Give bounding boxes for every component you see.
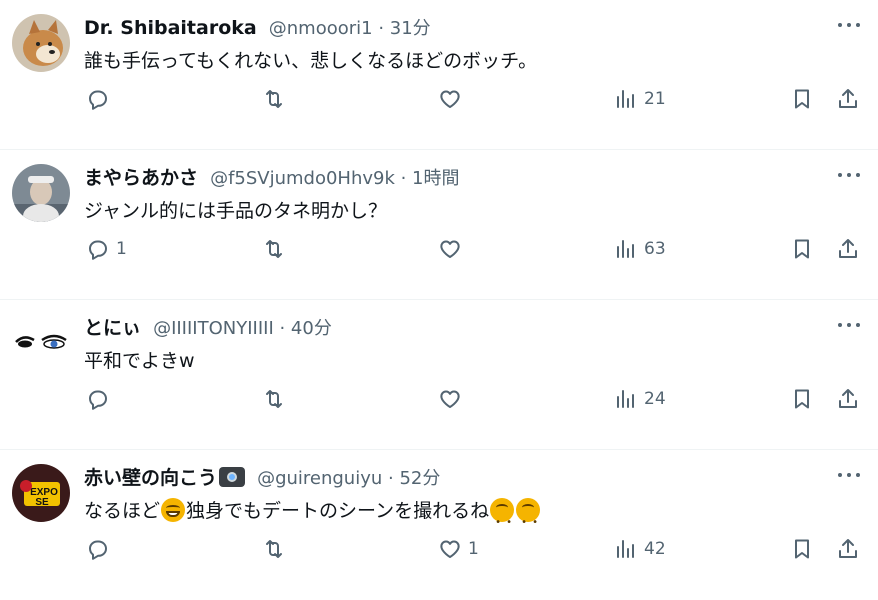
tweet-2[interactable]: まやらあかさ @f5SVjumdo0Hhv9k · 1時間 ジャンル的には手品の… xyxy=(0,150,878,300)
bar-chart-icon xyxy=(617,90,634,108)
reply-icon xyxy=(89,390,107,410)
retweet-icon xyxy=(266,240,282,258)
bookmark-icon xyxy=(795,539,809,559)
avatar[interactable] xyxy=(12,164,70,222)
display-name[interactable]: まやらあかさ xyxy=(84,167,198,189)
tweet-text: 平和でよきw xyxy=(84,350,195,372)
camera-emoji-icon xyxy=(219,467,246,487)
bookmark-button[interactable] xyxy=(790,534,814,564)
share-icon xyxy=(839,89,857,108)
heart-icon xyxy=(440,390,460,408)
tweet-1[interactable]: Dr. Shibaitaroka @nmooori1 · 31分 誰も手伝っても… xyxy=(0,0,878,150)
like-button[interactable] xyxy=(438,384,468,414)
display-name[interactable]: 赤い壁の向こう xyxy=(84,467,217,489)
action-bar: 1 63 xyxy=(0,234,878,264)
reply-icon xyxy=(89,240,107,260)
avatar[interactable]: EXPO SE xyxy=(12,464,70,522)
share-icon xyxy=(839,239,857,258)
expose-logo-avatar-icon: EXPO SE xyxy=(12,464,70,522)
display-name[interactable]: Dr. Shibaitaroka xyxy=(84,17,257,39)
tweet-text: ジャンル的には手品のタネ明かし？ xyxy=(84,200,388,222)
bar-chart-icon xyxy=(617,390,634,408)
retweet-icon xyxy=(266,90,282,108)
bookmark-icon xyxy=(795,389,809,409)
bookmark-button[interactable] xyxy=(790,384,814,414)
retweet-button[interactable] xyxy=(262,534,292,564)
handle-and-time[interactable]: @IIIIITONYIIIII · 40分 xyxy=(153,318,332,339)
tweet-header: まやらあかさ @f5SVjumdo0Hhv9k · 1時間 xyxy=(84,163,460,193)
shiba-dog-avatar-icon xyxy=(12,14,70,72)
handle-and-time[interactable]: @f5SVjumdo0Hhv9k · 1時間 xyxy=(210,168,459,189)
share-button[interactable] xyxy=(836,84,860,114)
avatar[interactable] xyxy=(12,14,70,72)
views-button[interactable]: 21 xyxy=(614,84,666,114)
reply-button[interactable] xyxy=(86,534,116,564)
handle-and-time[interactable]: @guirenguiyu · 52分 xyxy=(257,468,440,489)
svg-text:SE: SE xyxy=(35,497,49,508)
heart-icon xyxy=(440,240,460,258)
retweet-icon xyxy=(266,390,282,408)
reply-icon xyxy=(89,540,107,560)
share-icon xyxy=(839,389,857,408)
eyes-avatar-icon xyxy=(12,314,70,372)
views-button[interactable]: 42 xyxy=(614,534,666,564)
grinning-squint-emoji-icon xyxy=(161,498,186,522)
heart-icon xyxy=(440,90,460,108)
reply-button[interactable] xyxy=(86,84,116,114)
display-name[interactable]: とにぃ xyxy=(84,317,141,339)
action-bar: 21 xyxy=(0,84,878,114)
bar-chart-icon xyxy=(617,240,634,258)
bookmark-icon xyxy=(795,239,809,259)
reply-button[interactable]: 1 xyxy=(86,234,127,264)
tweet-text: 誰も手伝ってもくれない、悲しくなるほどのボッチ。 xyxy=(84,50,538,72)
tweet-text: なるほど 独身でもデートのシーンを撮れるね xyxy=(84,496,541,538)
share-button[interactable] xyxy=(836,534,860,564)
like-button[interactable]: 1 xyxy=(438,534,479,564)
retweet-button[interactable] xyxy=(262,84,292,114)
upside-down-face-emoji-icon xyxy=(516,498,541,538)
tweet-header: 赤い壁の向こう @guirenguiyu · 52分 xyxy=(84,463,440,493)
avatar[interactable] xyxy=(12,314,70,372)
more-options-button[interactable] xyxy=(838,164,860,186)
more-options-button[interactable] xyxy=(838,14,860,36)
retweet-button[interactable] xyxy=(262,384,292,414)
tweet-header: Dr. Shibaitaroka @nmooori1 · 31分 xyxy=(84,13,431,43)
more-options-button[interactable] xyxy=(838,314,860,336)
like-count: 1 xyxy=(468,539,479,559)
share-button[interactable] xyxy=(836,234,860,264)
like-button[interactable] xyxy=(438,234,468,264)
more-options-button[interactable] xyxy=(838,464,860,486)
tweet-3[interactable]: とにぃ @IIIIITONYIIIII · 40分 平和でよきw 24 xyxy=(0,300,878,450)
bookmark-icon xyxy=(795,89,809,109)
share-icon xyxy=(839,539,857,558)
action-bar: 1 42 xyxy=(0,534,878,564)
bookmark-button[interactable] xyxy=(790,84,814,114)
reply-button[interactable] xyxy=(86,384,116,414)
bookmark-button[interactable] xyxy=(790,234,814,264)
reply-icon xyxy=(89,90,107,110)
tweet-4[interactable]: EXPO SE 赤い壁の向こう @guirenguiyu · 52分 なるほど独… xyxy=(0,450,878,600)
reply-count: 1 xyxy=(116,239,127,259)
bar-chart-icon xyxy=(617,540,634,558)
handle-and-time[interactable]: @nmooori1 · 31分 xyxy=(269,18,431,39)
like-button[interactable] xyxy=(438,84,468,114)
views-button[interactable]: 24 xyxy=(614,384,666,414)
action-bar: 24 xyxy=(0,384,878,414)
upside-down-face-emoji-icon xyxy=(490,498,515,538)
retweet-button[interactable] xyxy=(262,234,292,264)
heart-icon xyxy=(440,540,460,558)
views-button[interactable]: 63 xyxy=(614,234,666,264)
retweet-icon xyxy=(266,540,282,558)
share-button[interactable] xyxy=(836,384,860,414)
person-photo-avatar-icon xyxy=(12,164,70,222)
tweet-header: とにぃ @IIIIITONYIIIII · 40分 xyxy=(84,313,332,343)
